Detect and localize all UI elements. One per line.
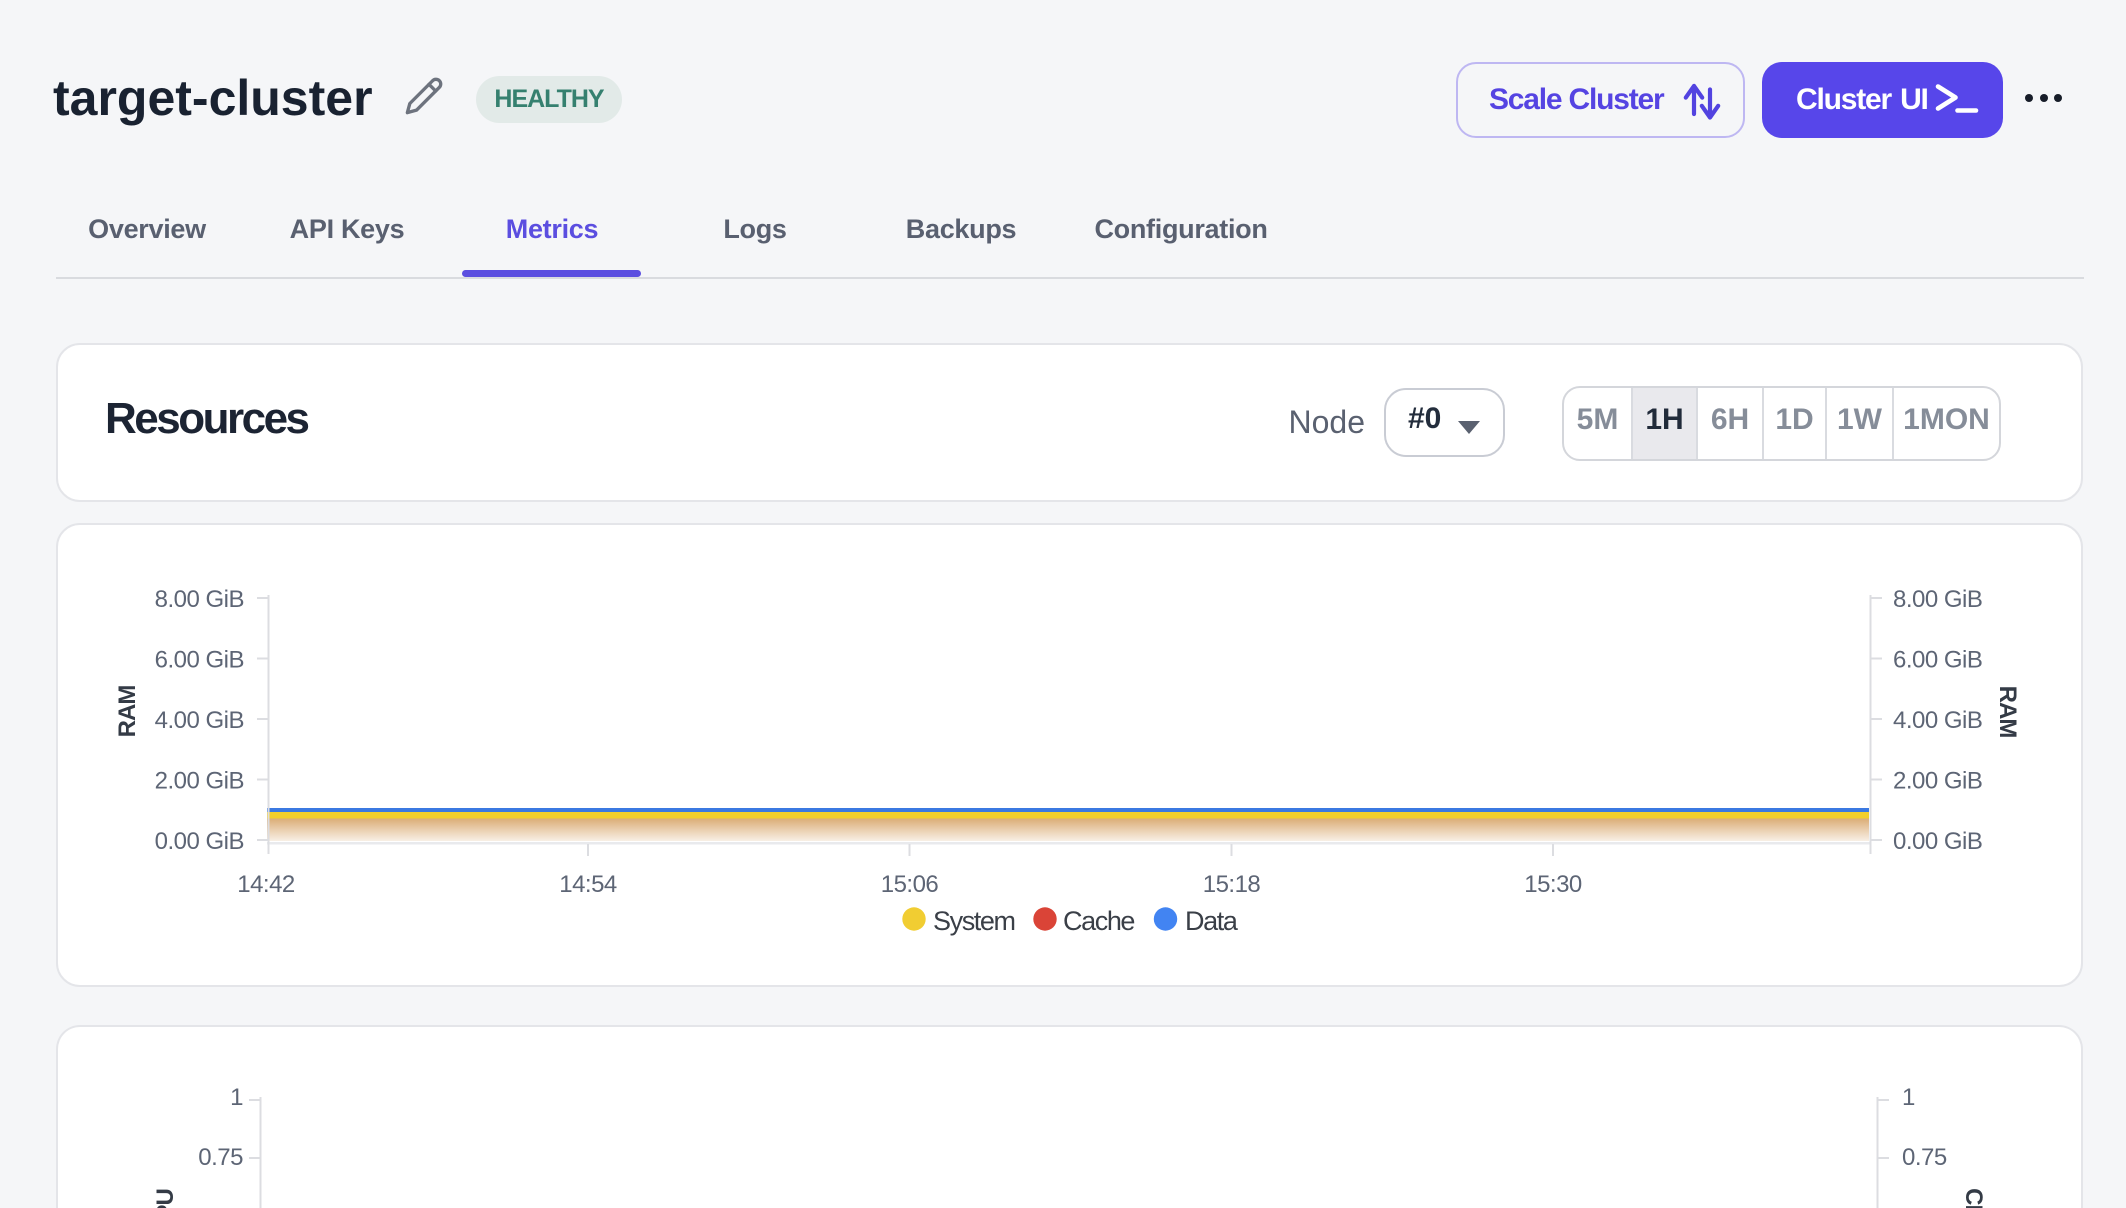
- svg-text:0.00 GiB: 0.00 GiB: [1893, 828, 1982, 855]
- svg-text:RAM: RAM: [1994, 686, 2021, 738]
- svg-text:15:30: 15:30: [1524, 871, 1582, 898]
- svg-text:System: System: [933, 906, 1015, 936]
- svg-text:8.00 GiB: 8.00 GiB: [1893, 586, 1982, 613]
- svg-text:1: 1: [1902, 1084, 1915, 1111]
- svg-text:14:42: 14:42: [237, 871, 295, 898]
- svg-text:4.00 GiB: 4.00 GiB: [1893, 707, 1982, 734]
- svg-text:CPU: CPU: [1960, 1188, 1987, 1208]
- svg-text:14:54: 14:54: [559, 871, 617, 898]
- svg-text:1: 1: [230, 1084, 243, 1111]
- svg-text:8.00 GiB: 8.00 GiB: [155, 586, 244, 613]
- svg-text:2.00 GiB: 2.00 GiB: [155, 768, 244, 795]
- svg-text:15:18: 15:18: [1203, 871, 1261, 898]
- svg-text:6.00 GiB: 6.00 GiB: [1893, 647, 1982, 674]
- svg-text:6.00 GiB: 6.00 GiB: [155, 647, 244, 674]
- svg-text:0.75: 0.75: [198, 1144, 243, 1171]
- svg-text:0.75: 0.75: [1902, 1144, 1947, 1171]
- svg-text:4.00 GiB: 4.00 GiB: [155, 707, 244, 734]
- svg-text:15:06: 15:06: [881, 871, 939, 898]
- svg-text:0.00 GiB: 0.00 GiB: [155, 828, 244, 855]
- svg-text:RAM: RAM: [114, 686, 141, 738]
- svg-text:Data: Data: [1185, 906, 1239, 936]
- svg-text:2.00 GiB: 2.00 GiB: [1893, 768, 1982, 795]
- svg-text:CPU: CPU: [152, 1189, 179, 1208]
- svg-text:Cache: Cache: [1063, 906, 1134, 936]
